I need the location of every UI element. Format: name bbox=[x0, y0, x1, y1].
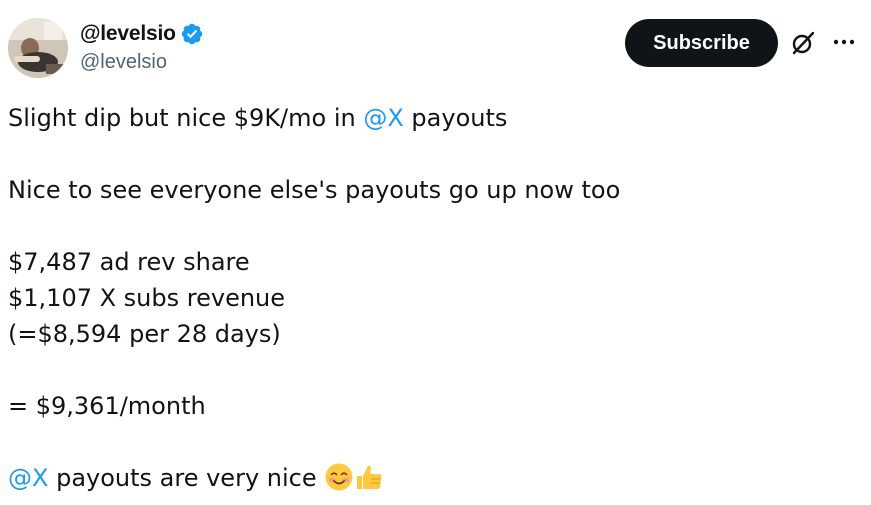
tweet-line-3: $7,487 ad rev share bbox=[8, 248, 250, 276]
tweet-line-7-text: payouts are very nice bbox=[48, 464, 325, 492]
more-icon[interactable] bbox=[832, 38, 856, 46]
grok-icon[interactable] bbox=[790, 30, 816, 56]
author-name-row[interactable]: @levelsio bbox=[80, 20, 204, 48]
display-name[interactable]: @levelsio bbox=[80, 22, 176, 46]
thumbs-up-emoji bbox=[357, 465, 382, 489]
tweet-line-5: (=$8,594 per 28 days) bbox=[8, 320, 281, 348]
mention-link[interactable]: @X bbox=[363, 104, 403, 132]
tweet-line-4: $1,107 X subs revenue bbox=[8, 284, 286, 312]
tweet-line-1: Slight dip but nice $9K/mo in @X payouts bbox=[8, 100, 858, 136]
avatar[interactable] bbox=[8, 18, 68, 78]
smiling-face-emoji bbox=[325, 463, 353, 491]
tweet-line-1-text: Slight dip but nice $9K/mo in bbox=[8, 104, 364, 132]
mention-link[interactable]: @X bbox=[8, 464, 48, 492]
tweet-line-7: @X payouts are very nice bbox=[8, 460, 858, 496]
verified-badge-icon bbox=[181, 23, 202, 45]
tweet-line-6: = $9,361/month bbox=[8, 392, 206, 420]
handle[interactable]: @levelsio bbox=[80, 51, 167, 74]
tweet-text: Slight dip but nice $9K/mo in @X payouts… bbox=[8, 100, 858, 496]
subscribe-button[interactable]: Subscribe bbox=[625, 19, 778, 67]
tweet: @levelsio @levelsio Subscribe Slight dip… bbox=[0, 0, 871, 505]
tweet-line-1-text-end: payouts bbox=[403, 104, 508, 132]
tweet-line-2: Nice to see everyone else's payouts go u… bbox=[8, 176, 621, 204]
